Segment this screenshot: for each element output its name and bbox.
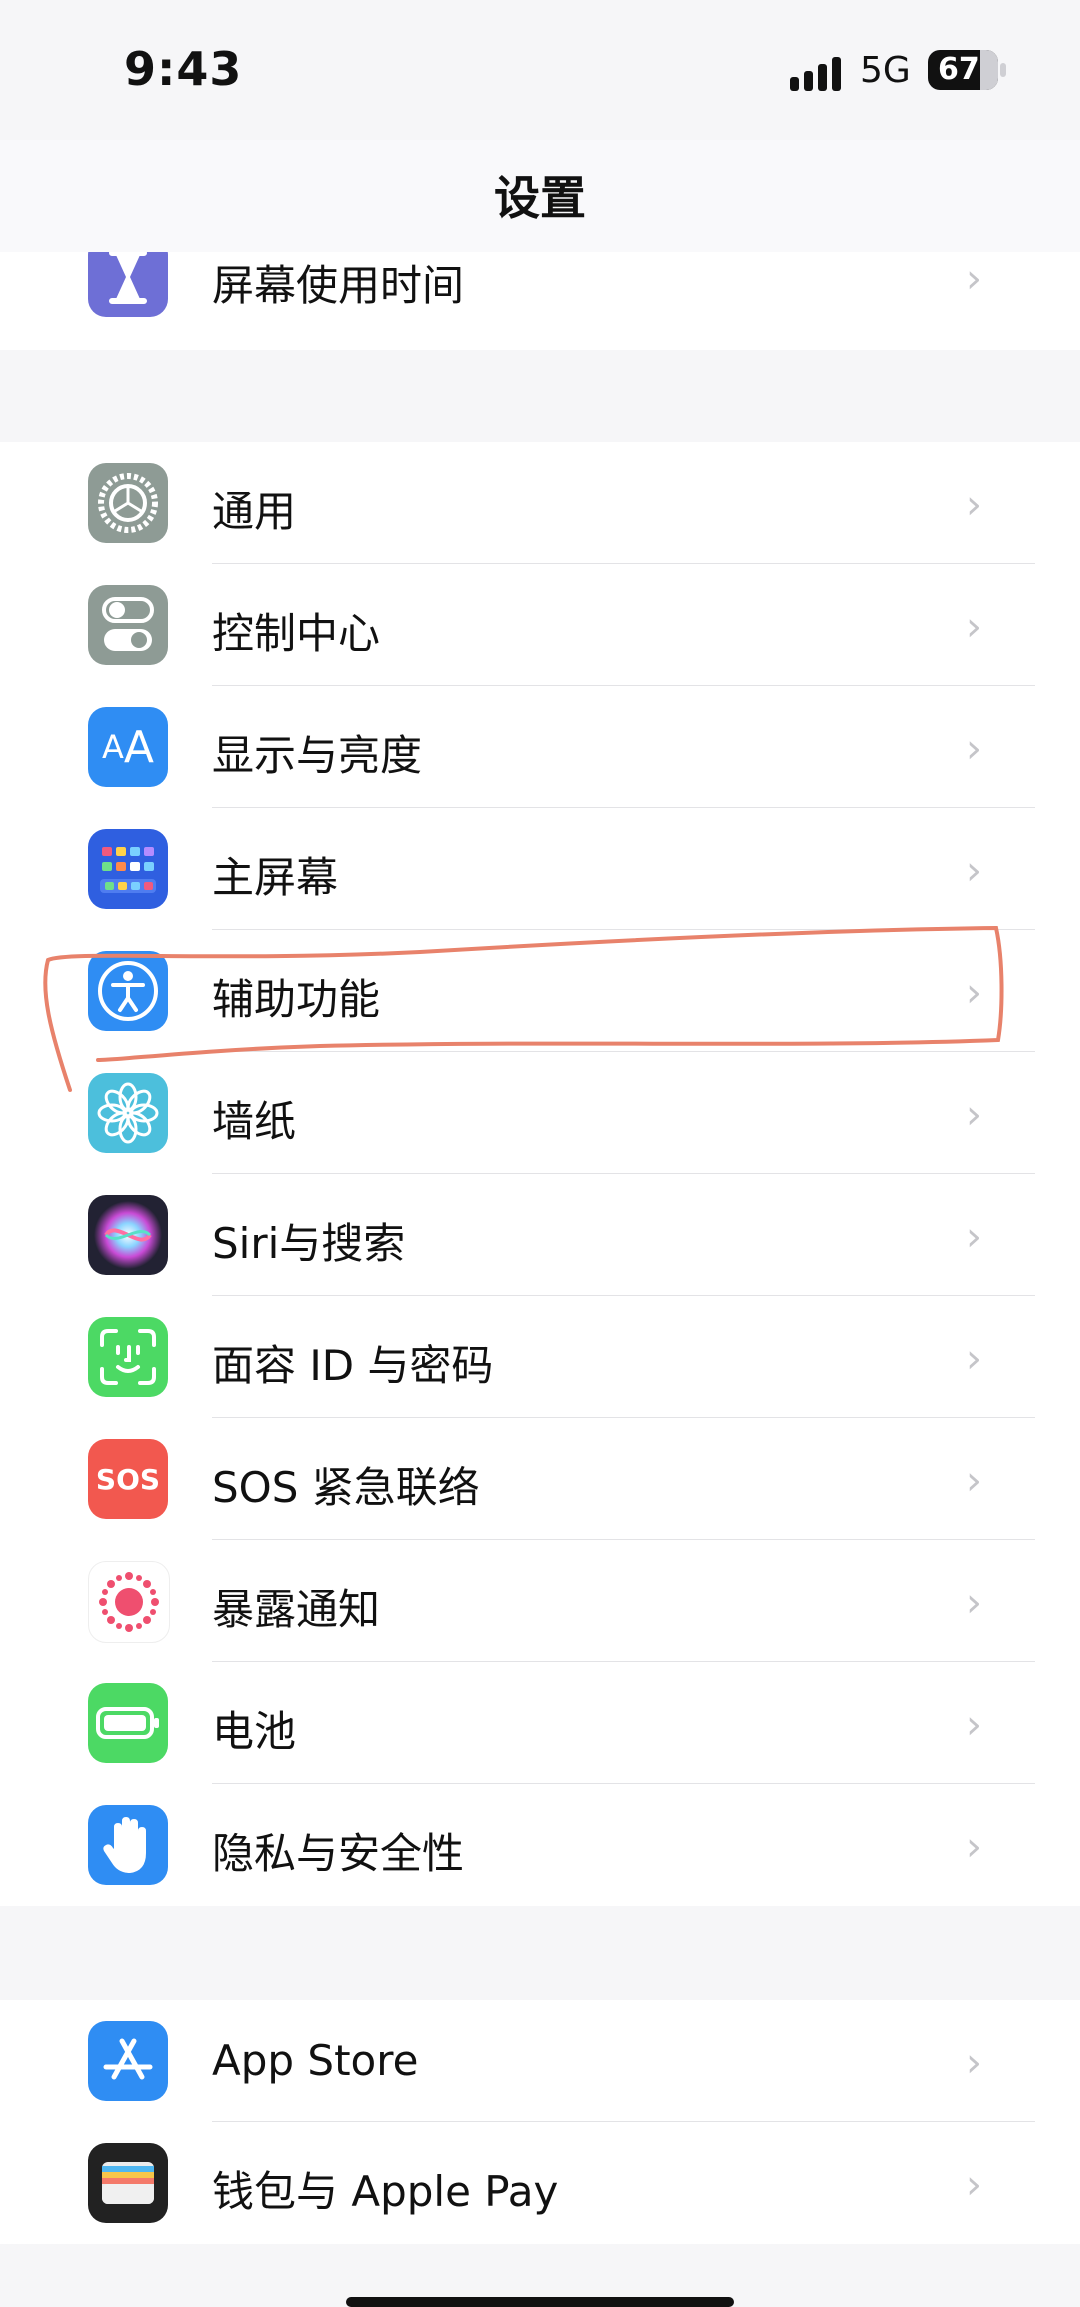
settings-row-label: 主屏幕 xyxy=(212,853,339,902)
settings-row-wallet-apple-pay[interactable]: 钱包与 Apple Pay › xyxy=(0,2122,1080,2244)
settings-row-battery[interactable]: 电池 › xyxy=(0,1662,1080,1784)
face-id-icon xyxy=(88,1317,168,1397)
status-time: 9:43 xyxy=(124,42,243,96)
settings-row-general[interactable]: 通用 › xyxy=(0,442,1080,564)
page-title: 设置 xyxy=(494,171,586,225)
text-size-icon: AA xyxy=(88,707,168,787)
navigation-bar: 设置 xyxy=(0,140,1080,253)
cellular-signal-icon xyxy=(790,55,844,91)
settings-row-app-store[interactable]: App Store › xyxy=(0,2000,1080,2122)
gear-icon xyxy=(88,463,168,543)
chevron-right-icon: › xyxy=(966,482,982,528)
settings-row-label: 屏幕使用时间 xyxy=(212,261,465,310)
exposure-icon xyxy=(88,1561,170,1643)
settings-row-display-brightness[interactable]: AA 显示与亮度 › xyxy=(0,686,1080,808)
app-store-icon xyxy=(88,2021,168,2101)
settings-row-label: 辅助功能 xyxy=(212,975,381,1024)
wallet-icon xyxy=(88,2143,168,2223)
settings-row-label: 墙纸 xyxy=(212,1097,297,1146)
settings-row-wallpaper[interactable]: 墙纸 › xyxy=(0,1052,1080,1174)
accessibility-icon xyxy=(88,951,168,1031)
settings-row-exposure-notifications[interactable]: 暴露通知 › xyxy=(0,1540,1080,1662)
chevron-right-icon: › xyxy=(966,256,982,302)
chevron-right-icon: › xyxy=(966,1702,982,1748)
siri-icon xyxy=(88,1195,168,1275)
toggles-icon xyxy=(88,585,168,665)
chevron-right-icon: › xyxy=(966,848,982,894)
status-bar: 9:43 5G 67 xyxy=(0,0,1080,140)
battery-level: 67 xyxy=(938,52,980,87)
hourglass-icon xyxy=(88,252,168,317)
sos-icon: SOS xyxy=(88,1439,168,1519)
settings-row-home-screen[interactable]: 主屏幕 › xyxy=(0,808,1080,930)
settings-group-top: 屏幕使用时间 › xyxy=(0,252,1080,350)
settings-row-siri-search[interactable]: Siri与搜索 › xyxy=(0,1174,1080,1296)
hand-icon xyxy=(88,1805,168,1885)
settings-row-label: 控制中心 xyxy=(212,609,381,658)
chevron-right-icon: › xyxy=(966,2040,982,2086)
settings-row-label: 显示与亮度 xyxy=(212,731,423,780)
settings-row-label: 钱包与 Apple Pay xyxy=(212,2167,559,2216)
network-type: 5G xyxy=(860,50,911,91)
home-grid-icon xyxy=(88,829,168,909)
sos-icon-text: SOS xyxy=(95,1462,161,1496)
chevron-right-icon: › xyxy=(966,726,982,772)
chevron-right-icon: › xyxy=(966,1336,982,1382)
chevron-right-icon: › xyxy=(966,1824,982,1870)
chevron-right-icon: › xyxy=(966,604,982,650)
settings-row-label: 暴露通知 xyxy=(212,1585,381,1634)
settings-row-face-id-passcode[interactable]: 面容 ID 与密码 › xyxy=(0,1296,1080,1418)
chevron-right-icon: › xyxy=(966,1092,982,1138)
settings-group-main: 通用 › 控制中心 › AA 显示与亮度 › 主屏幕 › 辅助功能 › 墙纸 ›… xyxy=(0,442,1080,1906)
battery-status-icon: 67 xyxy=(928,50,1006,90)
settings-row-control-center[interactable]: 控制中心 › xyxy=(0,564,1080,686)
settings-row-label: 面容 ID 与密码 xyxy=(212,1341,494,1390)
settings-row-label: Siri与搜索 xyxy=(212,1219,406,1268)
chevron-right-icon: › xyxy=(966,1580,982,1626)
chevron-right-icon: › xyxy=(966,970,982,1016)
settings-row-label: 电池 xyxy=(212,1707,297,1756)
chevron-right-icon: › xyxy=(966,2162,982,2208)
settings-row-label: 隐私与安全性 xyxy=(212,1829,465,1878)
flower-icon xyxy=(88,1073,168,1153)
settings-row-label: 通用 xyxy=(212,487,297,536)
settings-row-screen-time[interactable]: 屏幕使用时间 › xyxy=(0,252,1080,338)
settings-row-emergency-sos[interactable]: SOS SOS 紧急联络 › xyxy=(0,1418,1080,1540)
home-indicator xyxy=(346,2297,734,2307)
settings-group-store: App Store › 钱包与 Apple Pay › xyxy=(0,2000,1080,2244)
settings-row-label: App Store xyxy=(212,2036,419,2085)
chevron-right-icon: › xyxy=(966,1458,982,1504)
chevron-right-icon: › xyxy=(966,1214,982,1260)
battery-icon xyxy=(88,1683,168,1763)
settings-row-accessibility[interactable]: 辅助功能 › xyxy=(0,930,1080,1052)
settings-row-privacy-security[interactable]: 隐私与安全性 › xyxy=(0,1784,1080,1906)
settings-row-label: SOS 紧急联络 xyxy=(212,1463,480,1512)
